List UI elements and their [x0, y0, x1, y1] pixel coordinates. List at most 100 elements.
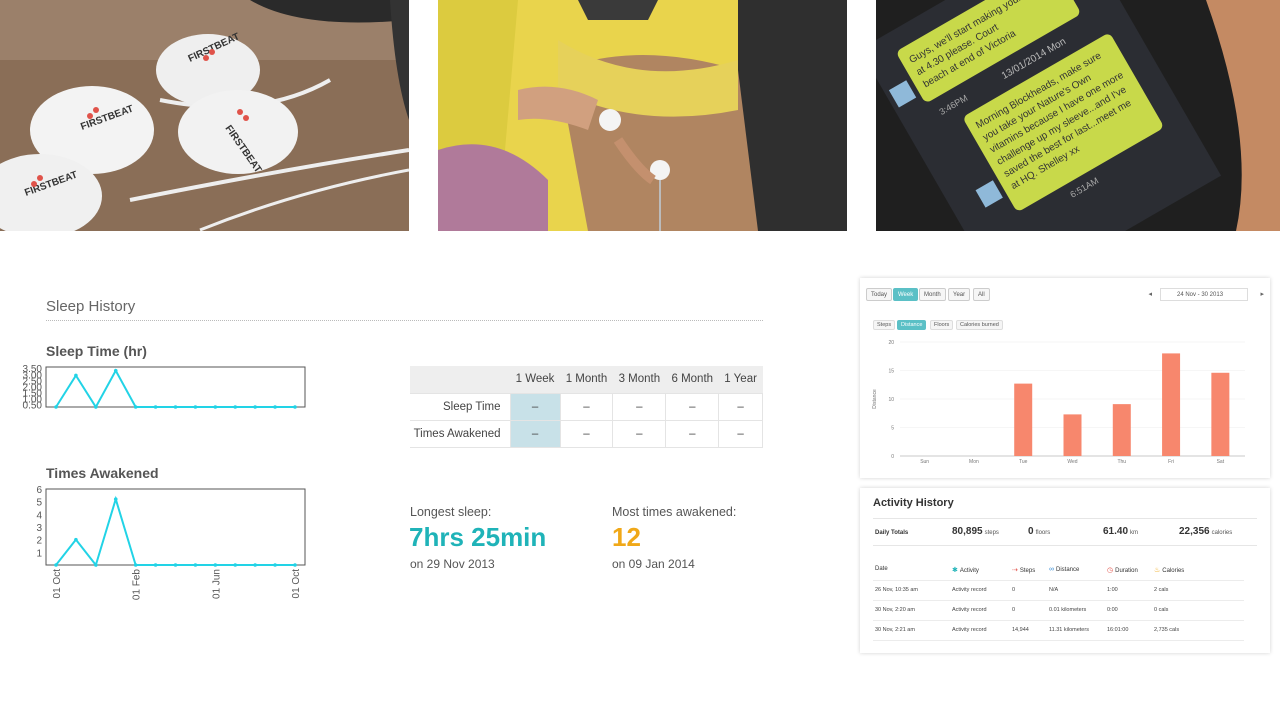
data-point [133, 563, 138, 567]
flame-icon: ♨ [1154, 567, 1161, 574]
times-awakened-chart: 6 54 3 21 01 Oct 01 Feb 01 Jun 01 Oct [36, 485, 306, 600]
clock-icon: ◷ [1107, 567, 1114, 574]
data-point [94, 563, 98, 567]
data-point [233, 563, 238, 567]
x-tick-label: Sun [920, 459, 929, 464]
sleep-time-chart-title: Sleep Time (hr) [46, 343, 147, 359]
table-header-row: 1 Week 1 Month 3 Month 6 Month 1 Year [410, 366, 763, 393]
prev-week-icon[interactable]: ◂ [1148, 288, 1152, 301]
data-point [113, 497, 118, 501]
row-2-activity[interactable]: Activity record [952, 607, 987, 613]
row-3-distance: 11.31 kilometers [1049, 627, 1089, 633]
divider [873, 580, 1244, 581]
table-cell: – [612, 392, 667, 421]
total-distance: 61.40 km [1103, 526, 1139, 537]
activity-chart-card: Today Week Month Year All ◂ 24 Nov - 30 … [860, 278, 1270, 478]
bar-sat [1211, 372, 1230, 456]
table-cell: – [665, 392, 720, 421]
x-tick-label: Thu [1117, 459, 1126, 464]
row-1-steps: 0 [1012, 587, 1016, 593]
row-1-activity[interactable]: Activity record [952, 587, 987, 593]
metric-floors-tab[interactable]: Floors [930, 320, 954, 330]
data-point [293, 405, 297, 409]
divider [873, 620, 1244, 621]
col-date: Date [875, 566, 888, 572]
row-3-activity[interactable]: Activity record [952, 627, 987, 633]
data-point [253, 405, 257, 409]
metric-distance-tab[interactable]: Distance [897, 320, 927, 330]
x-tick-label: Fri [1168, 459, 1174, 464]
data-point [54, 563, 58, 567]
metric-steps-tab[interactable]: Steps [873, 320, 896, 330]
data-point [113, 368, 118, 373]
row-3-steps: 14,944 [1012, 627, 1029, 633]
table-cell: – [612, 419, 667, 448]
metric-calories-tab[interactable]: Calories burned [956, 320, 1003, 330]
row-2-distance: 0.01 kilometers [1049, 607, 1087, 613]
data-point [213, 563, 218, 567]
col-6-month[interactable]: 6 Month [665, 366, 719, 393]
bar-tue [1014, 383, 1033, 456]
y-tick-label: 0.50 [23, 401, 43, 412]
daily-totals-label: Daily Totals [875, 530, 909, 536]
sleep-history-title: Sleep History [46, 298, 136, 315]
col-1-month[interactable]: 1 Month [560, 366, 613, 393]
table-cell: – [718, 392, 763, 421]
y-axis-label: Distance [872, 389, 878, 409]
col-1-week[interactable]: 1 Week [510, 366, 561, 393]
total-calories: 22,356 calories [1179, 526, 1233, 537]
data-point [74, 373, 78, 378]
longest-sleep-value: 7hrs 25min [409, 522, 547, 552]
range-week-button[interactable]: Week [893, 288, 919, 301]
table-corner [410, 366, 510, 393]
x-tick-label: Wed [1067, 459, 1077, 464]
x-tick-label: 01 Jun [211, 569, 222, 599]
data-point [293, 563, 297, 567]
data-point [193, 405, 198, 409]
col-3-month[interactable]: 3 Month [612, 366, 666, 393]
chest-sensor-photo [438, 0, 847, 231]
row-3-calories: 2,735 cals [1154, 627, 1180, 633]
row-label-sleep-time: Sleep Time [410, 392, 511, 421]
activity-history-card: Activity History Daily Totals 80,895 step… [860, 488, 1270, 653]
most-awakened-value: 12 [612, 522, 641, 552]
bar-thu [1112, 404, 1131, 456]
data-point [233, 405, 238, 409]
y-tick-label: 4 [36, 510, 42, 521]
y-tick-label: 20 [888, 340, 894, 346]
row-2-date: 30 Nov, 2:20 am [875, 607, 915, 613]
range-all-button[interactable]: All [973, 288, 990, 301]
data-point [54, 405, 58, 409]
col-distance: ∞ Distance [1049, 566, 1080, 573]
y-tick-label: 0 [891, 454, 894, 460]
divider [873, 545, 1257, 546]
next-week-icon[interactable]: ▸ [1260, 288, 1264, 301]
table-cell: – [509, 419, 561, 448]
col-1-year[interactable]: 1 Year [718, 366, 763, 393]
range-month-button[interactable]: Month [919, 288, 946, 301]
data-point [74, 537, 78, 542]
data-point [153, 563, 158, 567]
data-point [213, 405, 218, 409]
range-year-button[interactable]: Year [948, 288, 971, 301]
y-tick-label: 15 [888, 369, 894, 375]
date-range-field[interactable]: 24 Nov - 30 2013 [1160, 288, 1248, 301]
col-activity: ✱ Activity [952, 567, 979, 574]
x-tick-label: Mon [969, 459, 979, 464]
data-point [94, 405, 98, 409]
bar-fri [1162, 353, 1181, 456]
range-toolbar: Today Week Month Year All ◂ 24 Nov - 30 … [866, 288, 1264, 302]
data-point [253, 563, 257, 567]
sleep-time-chart: 3.503.002.502.001.501.000.50 [23, 364, 306, 412]
x-tick-label: 01 Oct [52, 569, 63, 599]
range-today-button[interactable]: Today [866, 288, 893, 301]
steps-icon: ⇢ [1012, 567, 1018, 574]
row-1-duration: 1:00 [1107, 587, 1118, 593]
data-point [133, 405, 138, 409]
most-awakened-label: Most times awakened: [612, 505, 737, 519]
y-tick-label: 10 [888, 397, 894, 403]
row-label-times-awakened: Times Awakened [410, 419, 511, 448]
row-3-date: 30 Nov, 2:21 am [875, 627, 915, 633]
longest-sleep-label: Longest sleep: [410, 505, 492, 519]
table-row: Sleep Time – – – – – [410, 392, 763, 421]
